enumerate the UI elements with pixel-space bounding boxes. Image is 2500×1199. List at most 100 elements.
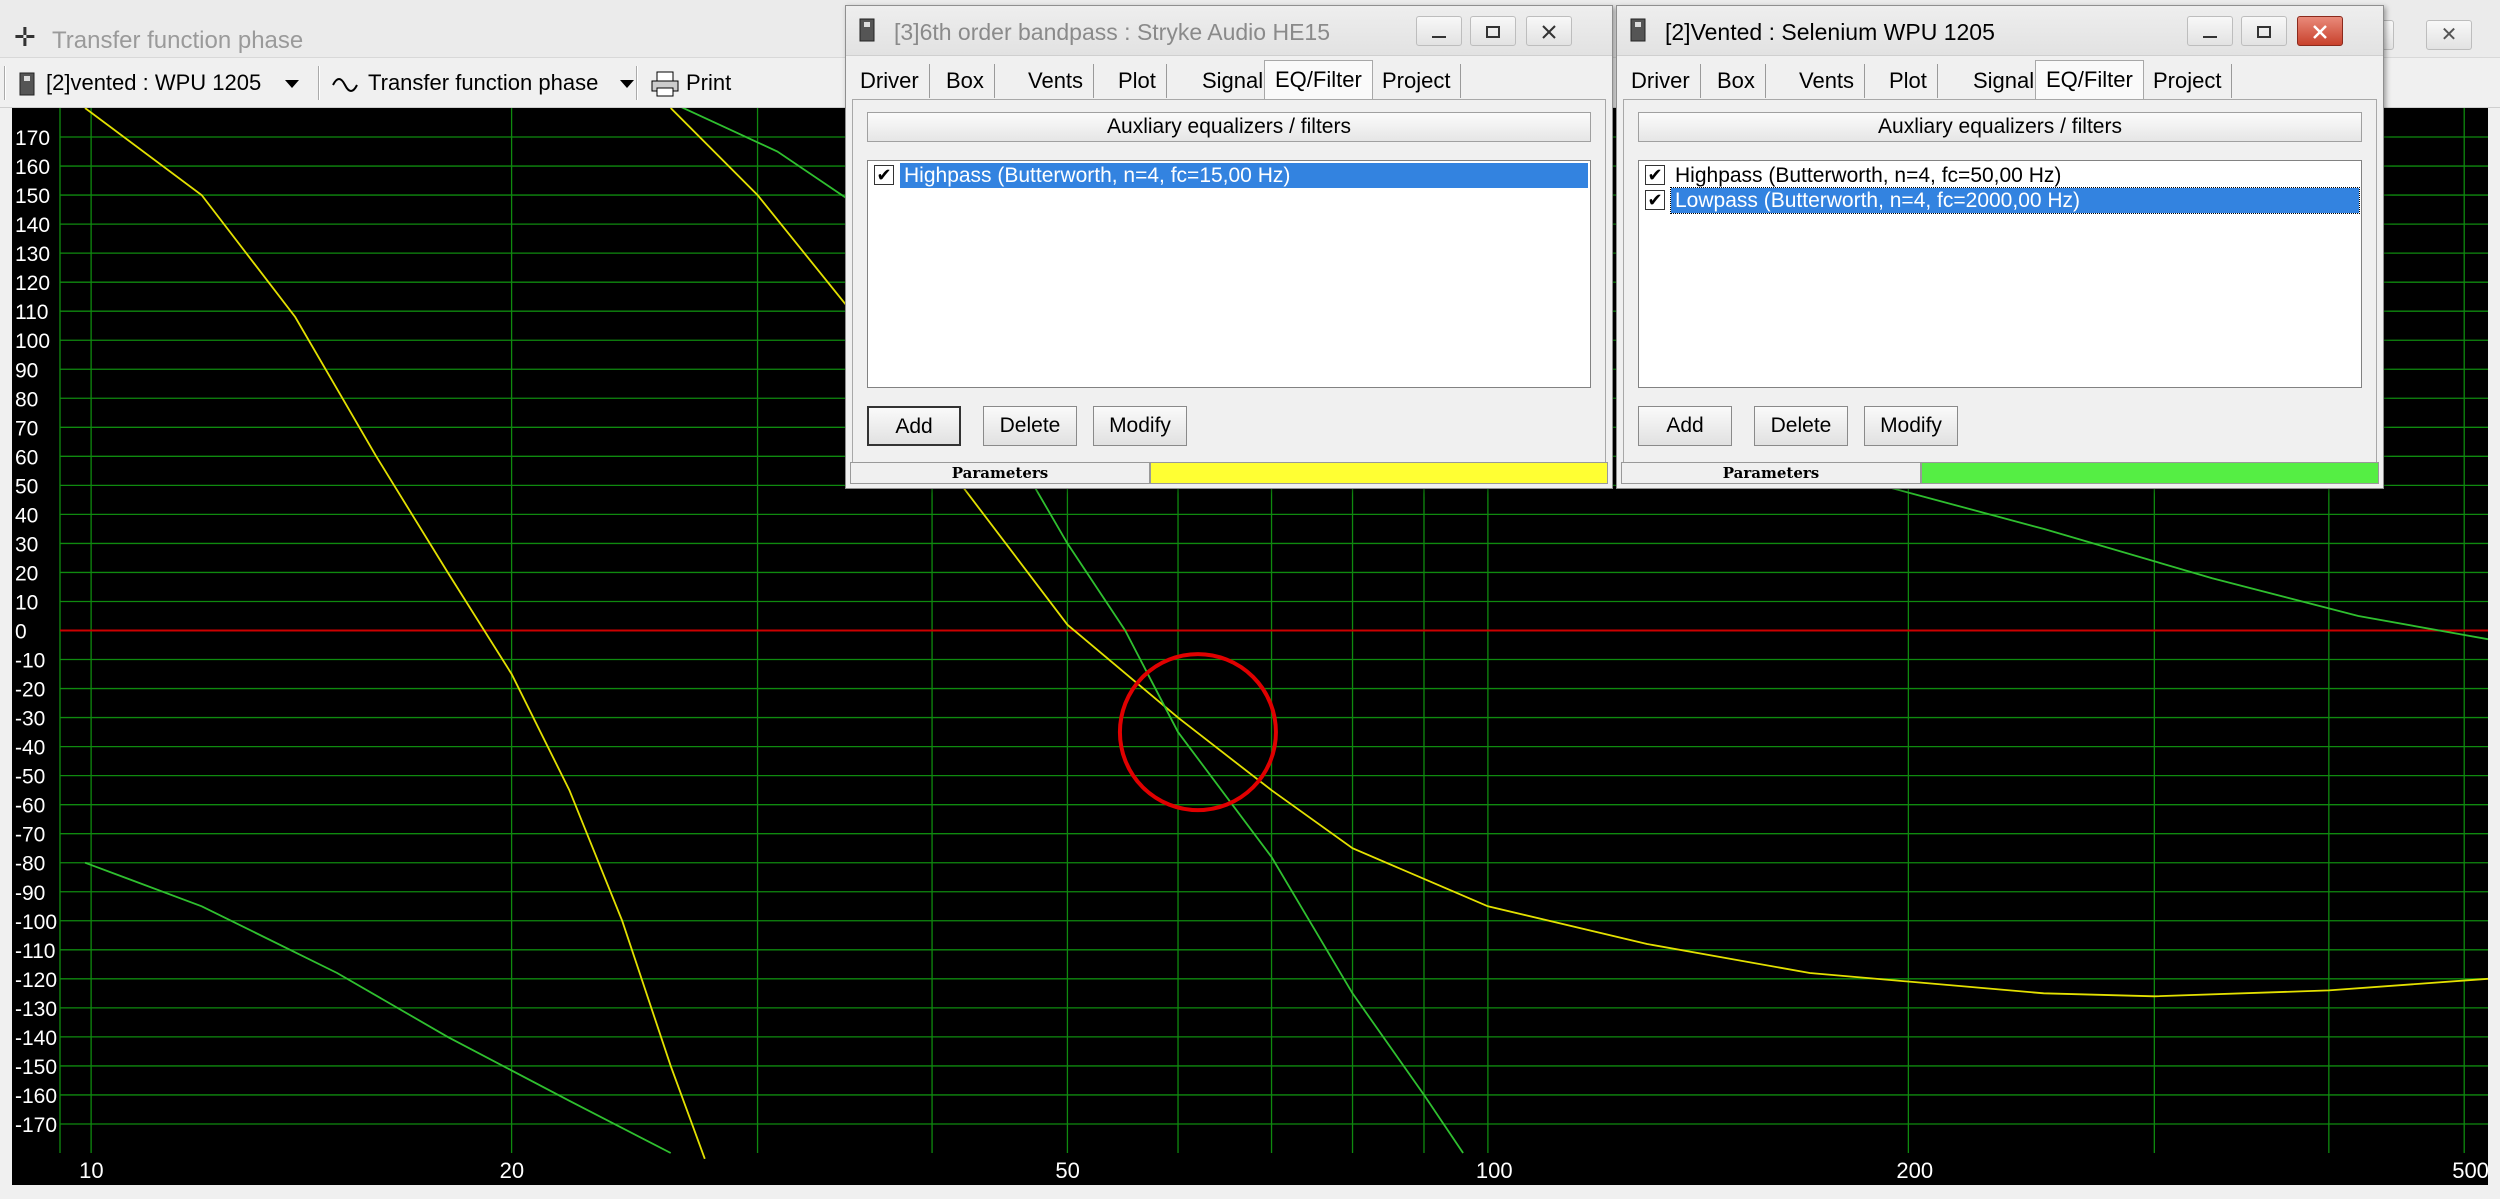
print-label: Print <box>686 70 732 95</box>
y-tick-label: 170 <box>15 127 50 150</box>
tab-project[interactable]: Project <box>1372 64 1462 98</box>
bandpass-title-bar[interactable]: [3]6th order bandpass : Stryke Audio HE1… <box>846 6 1612 56</box>
status-color-bar <box>1921 462 2379 484</box>
delete-button[interactable]: Delete <box>1754 406 1848 446</box>
status-color-bar <box>1150 462 1608 484</box>
plot-select[interactable]: Transfer function phase <box>332 70 636 96</box>
y-tick-label: -20 <box>15 679 45 702</box>
x-tick-label: 20 <box>500 1158 524 1183</box>
x-tick-label: 500 <box>2452 1158 2488 1183</box>
chevron-down-icon <box>620 80 635 89</box>
y-tick-label: -110 <box>15 940 55 963</box>
speaker-icon <box>859 18 875 42</box>
close-button[interactable] <box>2297 16 2343 46</box>
toolbar-grip <box>4 66 6 100</box>
y-tick-label: 110 <box>15 301 48 324</box>
y-tick-label: -100 <box>15 911 57 934</box>
x-tick-label: 200 <box>1896 1158 1933 1183</box>
minimize-icon <box>1432 36 1446 38</box>
y-tick-label: 50 <box>15 475 38 498</box>
bandpass-window: [3]6th order bandpass : Stryke Audio HE1… <box>845 5 1613 489</box>
y-tick-label: -130 <box>15 998 57 1021</box>
maximize-icon <box>2257 26 2271 38</box>
list-item[interactable]: ✔ Highpass (Butterworth, n=4, fc=50,00 H… <box>1643 163 2363 188</box>
tab-eq-filter[interactable]: EQ/Filter <box>1264 60 1373 100</box>
auxiliary-equalizers-header[interactable]: Auxliary equalizers / filters <box>1638 112 2362 142</box>
parameters-label: Parameters <box>850 462 1150 484</box>
auxiliary-equalizers-header[interactable]: Auxliary equalizers / filters <box>867 112 1591 142</box>
y-tick-label: 130 <box>15 243 50 266</box>
phase-wave-icon <box>332 78 358 93</box>
y-tick-label: -150 <box>15 1056 57 1079</box>
add-button[interactable]: Add <box>867 406 961 446</box>
status-bar: Parameters <box>850 462 1608 484</box>
series-line-6 <box>1827 469 2488 641</box>
checkbox[interactable]: ✔ <box>1645 190 1665 210</box>
plot-select-value: Transfer function phase <box>368 70 599 95</box>
filter-list[interactable]: ✔ Highpass (Butterworth, n=4, fc=50,00 H… <box>1638 160 2362 388</box>
y-tick-label: 160 <box>15 156 50 179</box>
tab-vents[interactable]: Vents <box>1018 64 1095 98</box>
speaker-icon <box>19 72 35 96</box>
checkbox[interactable]: ✔ <box>1645 165 1665 185</box>
y-tick-label: -140 <box>15 1027 57 1050</box>
bandpass-tabs: Driver Box Vents Plot Signal EQ/Filter P… <box>846 60 1612 100</box>
modify-button[interactable]: Modify <box>1864 406 1958 446</box>
y-tick-label: 20 <box>15 562 38 585</box>
close-icon: ✕ <box>2440 24 2458 46</box>
close-button[interactable] <box>1526 16 1572 46</box>
add-button[interactable]: Add <box>1638 406 1732 446</box>
minimize-button[interactable] <box>2187 16 2233 46</box>
list-item[interactable]: ✔ Lowpass (Butterworth, n=4, fc=2000,00 … <box>1643 187 2363 214</box>
eq-filter-panel: Auxliary equalizers / filters ✔ Highpass… <box>852 99 1606 464</box>
tab-signal[interactable]: Signal <box>1963 64 2046 98</box>
print-button[interactable]: Print <box>650 70 731 97</box>
filter-list[interactable]: ✔ Highpass (Butterworth, n=4, fc=15,00 H… <box>867 160 1591 388</box>
y-tick-label: -50 <box>15 766 45 789</box>
close-button[interactable]: ✕ <box>2426 20 2472 50</box>
x-tick-label: 50 <box>1055 1158 1079 1183</box>
minimize-button[interactable] <box>1416 16 1462 46</box>
y-tick-label: -30 <box>15 708 45 731</box>
y-tick-label: -120 <box>15 969 57 992</box>
tab-signal[interactable]: Signal <box>1192 64 1275 98</box>
filter-label: Lowpass (Butterworth, n=4, fc=2000,00 Hz… <box>1670 187 2360 214</box>
y-tick-label: -90 <box>15 882 45 905</box>
tab-box[interactable]: Box <box>936 64 995 98</box>
tab-driver[interactable]: Driver <box>1621 64 1701 98</box>
main-window-title: Transfer function phase <box>52 27 304 54</box>
y-tick-label: -160 <box>15 1085 57 1108</box>
y-tick-label: 10 <box>15 591 38 614</box>
x-tick-label: 10 <box>79 1158 103 1183</box>
maximize-button[interactable] <box>2241 16 2287 46</box>
tab-eq-filter[interactable]: EQ/Filter <box>2035 60 2144 100</box>
speaker-icon <box>1630 18 1646 42</box>
vented-title: [2]Vented : Selenium WPU 1205 <box>1665 19 1995 45</box>
y-tick-label: -10 <box>15 650 45 673</box>
x-tick-label: 100 <box>1476 1158 1513 1183</box>
project-select[interactable]: [2]vented : WPU 1205 <box>16 70 301 97</box>
checkbox[interactable]: ✔ <box>874 165 894 185</box>
crosshair-icon: ✛ <box>14 22 36 52</box>
delete-button[interactable]: Delete <box>983 406 1077 446</box>
y-tick-label: 150 <box>15 185 50 208</box>
tab-vents[interactable]: Vents <box>1789 64 1866 98</box>
maximize-button[interactable] <box>1470 16 1516 46</box>
vented-title-bar[interactable]: [2]Vented : Selenium WPU 1205 <box>1617 6 2383 56</box>
printer-icon <box>651 71 679 97</box>
y-tick-label: 60 <box>15 446 38 469</box>
tab-plot[interactable]: Plot <box>1879 64 1938 98</box>
tab-plot[interactable]: Plot <box>1108 64 1167 98</box>
y-tick-label: 30 <box>15 533 38 556</box>
chevron-down-icon <box>285 80 300 89</box>
tab-driver[interactable]: Driver <box>850 64 930 98</box>
y-tick-label: -60 <box>15 795 45 818</box>
toolbar-separator <box>636 66 638 100</box>
tab-project[interactable]: Project <box>2143 64 2233 98</box>
maximize-icon <box>1486 26 1500 38</box>
tab-box[interactable]: Box <box>1707 64 1766 98</box>
y-tick-label: -70 <box>15 824 45 847</box>
close-icon <box>2313 25 2327 39</box>
modify-button[interactable]: Modify <box>1093 406 1187 446</box>
list-item[interactable]: ✔ Highpass (Butterworth, n=4, fc=15,00 H… <box>872 163 1592 188</box>
